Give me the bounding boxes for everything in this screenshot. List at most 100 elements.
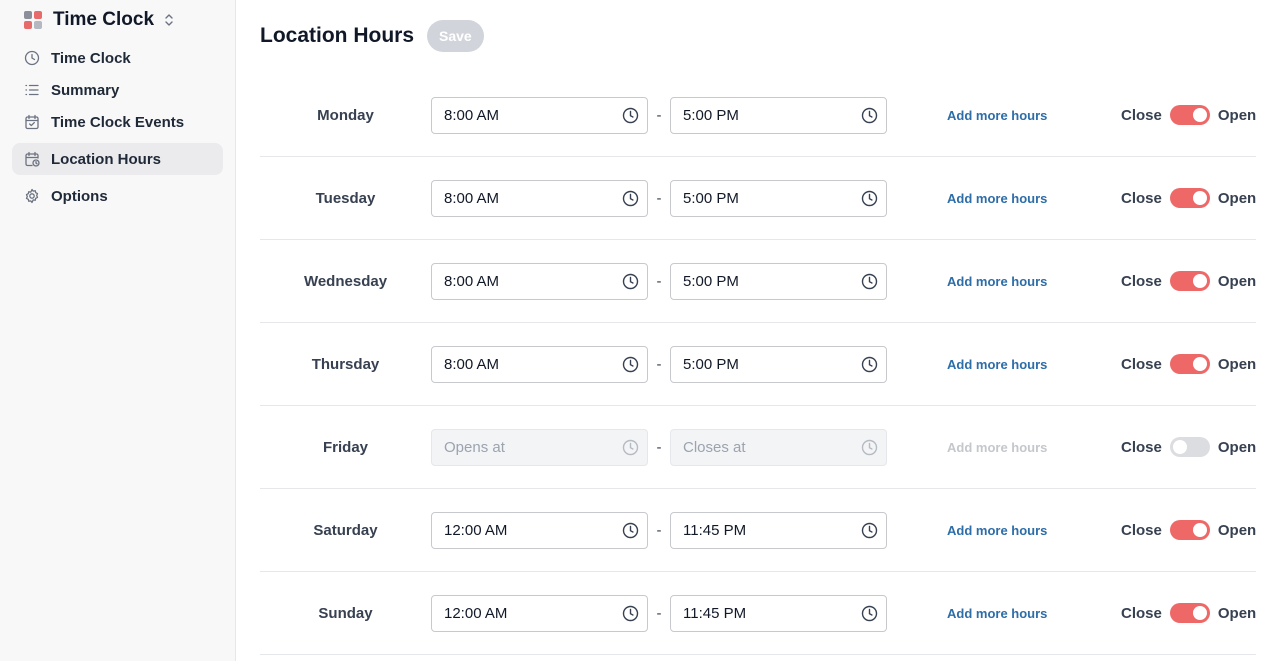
closes-at-value: 11:45 PM	[683, 521, 747, 539]
app-header: Time Clock	[24, 8, 223, 32]
close-label: Close	[1121, 272, 1162, 290]
page-header: Location Hours Save	[260, 20, 1256, 52]
add-more-hours-link[interactable]: Add more hours	[947, 606, 1107, 621]
hours-row-tuesday: Tuesday 8:00 AM - 5:00 PM Add more hours Clos…	[260, 157, 1257, 240]
clock-icon	[861, 273, 878, 290]
closes-at-input[interactable]: 5:00 PM	[670, 96, 887, 134]
close-label: Close	[1121, 604, 1162, 622]
sidebar-item-label: Location Hours	[51, 150, 162, 168]
sidebar-item-time-clock[interactable]: Time Clock	[12, 42, 223, 74]
opens-at-value: 12:00 AM	[444, 604, 508, 622]
closes-at-input[interactable]: Closes at	[670, 428, 887, 466]
sidebar-item-summary[interactable]: Summary	[12, 74, 223, 106]
sidebar-item-time-clock-events[interactable]: Time Clock Events	[12, 106, 223, 138]
open-toggle[interactable]	[1169, 437, 1210, 457]
hours-row-saturday: Saturday 12:00 AM - 11:45 PM Add more hours C…	[260, 489, 1257, 572]
range-separator: -	[656, 189, 662, 207]
hours-row-sunday: Sunday 12:00 AM - 11:45 PM Add more hours Clo…	[260, 572, 1257, 655]
clock-icon	[861, 439, 878, 456]
calendar-check-icon	[24, 114, 40, 130]
opens-at-input[interactable]: 8:00 AM	[431, 345, 648, 383]
opens-at-value: 8:00 AM	[444, 189, 500, 207]
closes-at-input[interactable]: 5:00 PM	[670, 345, 887, 383]
add-more-hours-link[interactable]: Add more hours	[947, 191, 1107, 206]
open-toggle[interactable]	[1169, 271, 1210, 291]
open-label: Open	[1217, 355, 1257, 373]
range-separator: -	[656, 106, 662, 124]
calendar-clock-icon	[24, 151, 40, 167]
closes-at-value: 11:45 PM	[683, 604, 747, 622]
sidebar: Time Clock Time Clock Summary Time Clock E…	[0, 0, 236, 661]
close-label: Close	[1121, 189, 1162, 207]
open-toggle[interactable]	[1169, 354, 1210, 374]
add-more-hours-link[interactable]: Add more hours	[947, 274, 1107, 289]
sidebar-item-label: Options	[51, 187, 108, 205]
day-label: Friday	[322, 438, 368, 456]
open-status: Close Open	[1121, 437, 1256, 457]
sidebar-nav: Time Clock Summary Time Clock Events Locati…	[12, 42, 223, 212]
add-more-hours-link[interactable]: Add more hours	[947, 108, 1107, 123]
clock-icon	[622, 190, 639, 207]
open-label: Open	[1217, 189, 1257, 207]
add-more-hours-link[interactable]: Add more hours	[947, 357, 1107, 372]
range-separator: -	[656, 355, 662, 373]
closes-at-input[interactable]: 5:00 PM	[670, 179, 887, 217]
range-separator: -	[656, 521, 662, 539]
app-title: Time Clock	[53, 9, 155, 30]
hours-row-wednesday: Wednesday 8:00 AM - 5:00 PM Add more hours Cl…	[260, 240, 1257, 323]
closes-at-input[interactable]: 11:45 PM	[670, 594, 887, 632]
hours-row-friday: Friday Opens at - Closes at Add more hours Cl…	[260, 406, 1257, 489]
opens-at-input[interactable]: 8:00 AM	[431, 262, 648, 300]
open-toggle[interactable]	[1169, 520, 1210, 540]
closes-at-value: 5:00 PM	[683, 189, 739, 207]
opens-at-value: 12:00 AM	[444, 521, 508, 539]
clock-icon	[861, 190, 878, 207]
page-title: Location Hours	[260, 24, 415, 47]
close-label: Close	[1121, 438, 1162, 456]
app-switcher-icon[interactable]	[164, 13, 174, 27]
opens-at-input[interactable]: 12:00 AM	[431, 511, 648, 549]
hours-row-monday: Monday 8:00 AM - 5:00 PM Add more hours Close…	[260, 74, 1257, 157]
open-toggle[interactable]	[1169, 603, 1210, 623]
open-label: Open	[1217, 438, 1257, 456]
main-content: Location Hours Save Monday 8:00 AM - 5:00 P…	[236, 0, 1270, 661]
save-button[interactable]: Save	[427, 20, 484, 52]
add-more-hours-link[interactable]: Add more hours	[947, 523, 1107, 538]
closes-at-input[interactable]: 5:00 PM	[670, 262, 887, 300]
closes-at-value: Closes at	[683, 438, 746, 456]
day-label: Tuesday	[315, 189, 376, 207]
open-toggle[interactable]	[1169, 188, 1210, 208]
opens-at-input[interactable]: 12:00 AM	[431, 594, 648, 632]
open-status: Close Open	[1121, 354, 1256, 374]
opens-at-value: 8:00 AM	[444, 355, 500, 373]
clock-icon	[622, 273, 639, 290]
closes-at-input[interactable]: 11:45 PM	[670, 511, 887, 549]
day-label: Thursday	[311, 355, 380, 373]
close-label: Close	[1121, 355, 1162, 373]
open-toggle[interactable]	[1169, 105, 1210, 125]
close-label: Close	[1121, 106, 1162, 124]
clock-icon	[622, 356, 639, 373]
gear-icon	[24, 188, 40, 204]
sidebar-item-label: Time Clock Events	[51, 113, 185, 131]
range-separator: -	[656, 272, 662, 290]
closes-at-value: 5:00 PM	[683, 355, 739, 373]
closes-at-value: 5:00 PM	[683, 106, 739, 124]
open-status: Close Open	[1121, 271, 1256, 291]
clock-icon	[861, 107, 878, 124]
opens-at-input[interactable]: 8:00 AM	[431, 96, 648, 134]
sidebar-item-location-hours[interactable]: Location Hours	[12, 143, 223, 175]
opens-at-input[interactable]: 8:00 AM	[431, 179, 648, 217]
open-status: Close Open	[1121, 188, 1256, 208]
add-more-hours-link[interactable]: Add more hours	[947, 440, 1107, 455]
open-label: Open	[1217, 272, 1257, 290]
clock-icon	[861, 522, 878, 539]
open-status: Close Open	[1121, 520, 1256, 540]
sidebar-item-label: Summary	[51, 81, 120, 99]
opens-at-value: Opens at	[444, 438, 505, 456]
opens-at-input[interactable]: Opens at	[431, 428, 648, 466]
open-status: Close Open	[1121, 105, 1256, 125]
app-logo-icon	[24, 11, 42, 29]
sidebar-item-options[interactable]: Options	[12, 180, 223, 212]
day-label: Saturday	[313, 521, 378, 539]
